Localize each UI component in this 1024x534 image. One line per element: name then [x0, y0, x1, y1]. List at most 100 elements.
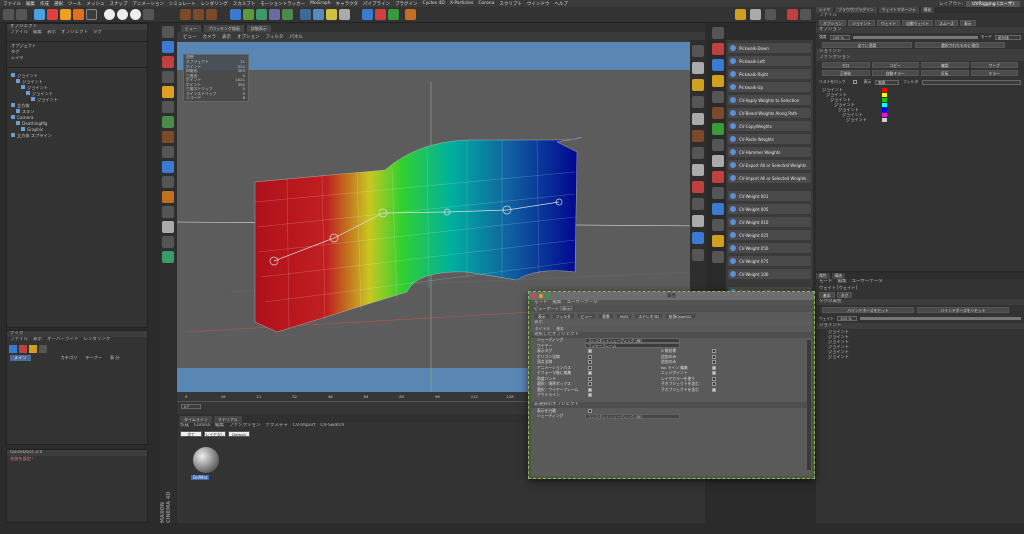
option-checkbox[interactable]: [588, 360, 592, 365]
joint-row[interactable]: ジョイント: [824, 354, 1024, 359]
left-tool-icon[interactable]: [162, 26, 174, 38]
rotate-icon[interactable]: [73, 9, 84, 20]
option-checkbox[interactable]: [712, 382, 716, 387]
object-tree-item[interactable]: 立方体 スプライン: [7, 133, 147, 139]
apply-selected-button[interactable]: 選択されたものに適用: [915, 42, 1005, 48]
script-button[interactable]: CV-Weight 075: [728, 256, 811, 266]
option-checkbox[interactable]: [712, 387, 716, 392]
option-checkbox[interactable]: [588, 393, 592, 398]
panel-icon[interactable]: [800, 9, 811, 20]
material-menu-item[interactable]: Corona: [194, 423, 210, 429]
viewport-menu-item[interactable]: ビュー: [183, 34, 197, 40]
menu-item[interactable]: メッシュ: [87, 1, 105, 7]
right-tool-icon[interactable]: [712, 107, 724, 119]
menu-item[interactable]: ヘルプ: [554, 1, 568, 7]
z-axis-icon[interactable]: [130, 9, 141, 20]
viewport-menu-item[interactable]: オプション: [237, 34, 260, 40]
right-tool-icon[interactable]: [712, 251, 724, 263]
menu-item[interactable]: モーショントラッカー: [260, 1, 305, 7]
x-axis-icon[interactable]: [104, 9, 115, 20]
bottom-tab[interactable]: タイムライン: [180, 416, 212, 423]
menu-item[interactable]: 編集: [26, 1, 35, 7]
material-menu-item[interactable]: 作成: [180, 423, 189, 429]
weight-subtab[interactable]: ウェイト: [876, 20, 901, 26]
side-tool-icon[interactable]: [692, 215, 704, 227]
mograph-icon[interactable]: [362, 9, 373, 20]
function-button[interactable]: ワープ: [970, 62, 1018, 68]
dialog-scrollbar[interactable]: [807, 340, 811, 470]
right-tool-icon[interactable]: [712, 155, 724, 167]
side-tool-icon[interactable]: [692, 130, 704, 142]
generator-icon[interactable]: [256, 9, 267, 20]
side-tool-icon[interactable]: [692, 232, 704, 244]
left-tool-icon[interactable]: [162, 146, 174, 158]
dialog-tab[interactable]: ビュー: [576, 312, 597, 319]
recent-icon[interactable]: [86, 9, 97, 20]
mode-dropdown[interactable]: 絶対値: [995, 34, 1021, 40]
sub-title[interactable]: タイトル: [535, 326, 550, 332]
dialog-tab[interactable]: HUD: [615, 312, 633, 319]
deformer-icon[interactable]: [269, 9, 280, 20]
menu-item[interactable]: シミュレート: [169, 1, 196, 7]
left-tool-icon[interactable]: [162, 191, 174, 203]
display-dropdown[interactable]: 階層: [875, 79, 900, 85]
side-tool-icon[interactable]: [692, 198, 704, 210]
side-tool-icon[interactable]: [692, 62, 704, 74]
menu-item[interactable]: プラグイン: [395, 1, 418, 7]
script-button[interactable]: CV-Weight 050: [728, 243, 811, 253]
menu-item[interactable]: ツール: [68, 1, 82, 7]
option-checkbox[interactable]: [712, 371, 716, 376]
left-tool-icon[interactable]: [162, 56, 174, 68]
attr-subtab[interactable]: 基本: [819, 291, 835, 298]
left-tool-icon[interactable]: [162, 206, 174, 218]
menu-item[interactable]: ファイル: [3, 1, 21, 7]
shading-dropdown[interactable]: コンスタントシェーディング (線): [585, 337, 680, 343]
option-checkbox[interactable]: [712, 376, 716, 381]
script-button[interactable]: Pickwalk-Up: [728, 82, 811, 92]
objects-menu-item[interactable]: 編集: [33, 30, 42, 36]
right-tool-icon[interactable]: [712, 59, 724, 71]
menu-item[interactable]: Corona: [478, 1, 494, 6]
material-menu-item[interactable]: 編集: [215, 423, 224, 429]
weight-subtab[interactable]: 表示: [959, 20, 976, 26]
material-menu-item[interactable]: テクスチャ: [266, 423, 288, 429]
material-menu-item[interactable]: ファンクション: [229, 423, 261, 429]
scale-icon[interactable]: [60, 9, 71, 20]
spline-icon[interactable]: [282, 9, 293, 20]
bottom-tab[interactable]: マテリアル: [213, 416, 242, 423]
script-button[interactable]: Pickwalk-Left: [728, 56, 811, 66]
layout-switch-icon[interactable]: [787, 9, 798, 20]
script-button[interactable]: Pickwalk-Right: [728, 69, 811, 79]
dialog-titlebar[interactable]: 属性: [529, 292, 814, 300]
right-tool-icon[interactable]: [712, 75, 724, 87]
viewport-tab[interactable]: ブロッキング描画: [204, 25, 244, 32]
take-menu-item[interactable]: ファイル: [10, 337, 28, 343]
light-icon[interactable]: [326, 9, 337, 20]
script-button[interactable]: CV-Blend Weights Along Path: [728, 108, 811, 118]
side-tool-icon[interactable]: [692, 147, 704, 159]
viewport-menu-item[interactable]: パネル: [289, 34, 303, 40]
move-icon[interactable]: [47, 9, 58, 20]
menu-item[interactable]: 作成: [40, 1, 49, 7]
right-tool-icon[interactable]: [712, 43, 724, 55]
dialog-option[interactable]: アウトライン: [537, 392, 661, 399]
material-ball[interactable]: [193, 447, 219, 473]
objects-menu-item[interactable]: オブジェクト: [61, 30, 88, 36]
side-tool-icon[interactable]: [692, 164, 704, 176]
option-checkbox[interactable]: [588, 365, 592, 370]
option-checkbox[interactable]: [588, 354, 592, 359]
function-button[interactable]: 正規化: [822, 70, 870, 76]
undo-icon[interactable]: [3, 9, 14, 20]
objects-menu-item[interactable]: 表示: [47, 30, 56, 36]
menu-item[interactable]: アニメーション: [133, 1, 164, 7]
function-button[interactable]: コピー: [871, 62, 919, 68]
script-button[interactable]: CV-Apply Weights to Selection: [728, 95, 811, 105]
camera-icon[interactable]: [339, 9, 350, 20]
script-button[interactable]: CV-Import All or Selected Weights: [728, 173, 811, 183]
left-tool-icon[interactable]: [162, 86, 174, 98]
select-icon[interactable]: [34, 9, 45, 20]
render-view-icon[interactable]: [180, 9, 191, 20]
viewport-menu-item[interactable]: 表示: [222, 34, 231, 40]
take-menu-item[interactable]: オーバーライド: [47, 337, 78, 343]
script-button[interactable]: CV-Paste Weights: [728, 134, 811, 144]
